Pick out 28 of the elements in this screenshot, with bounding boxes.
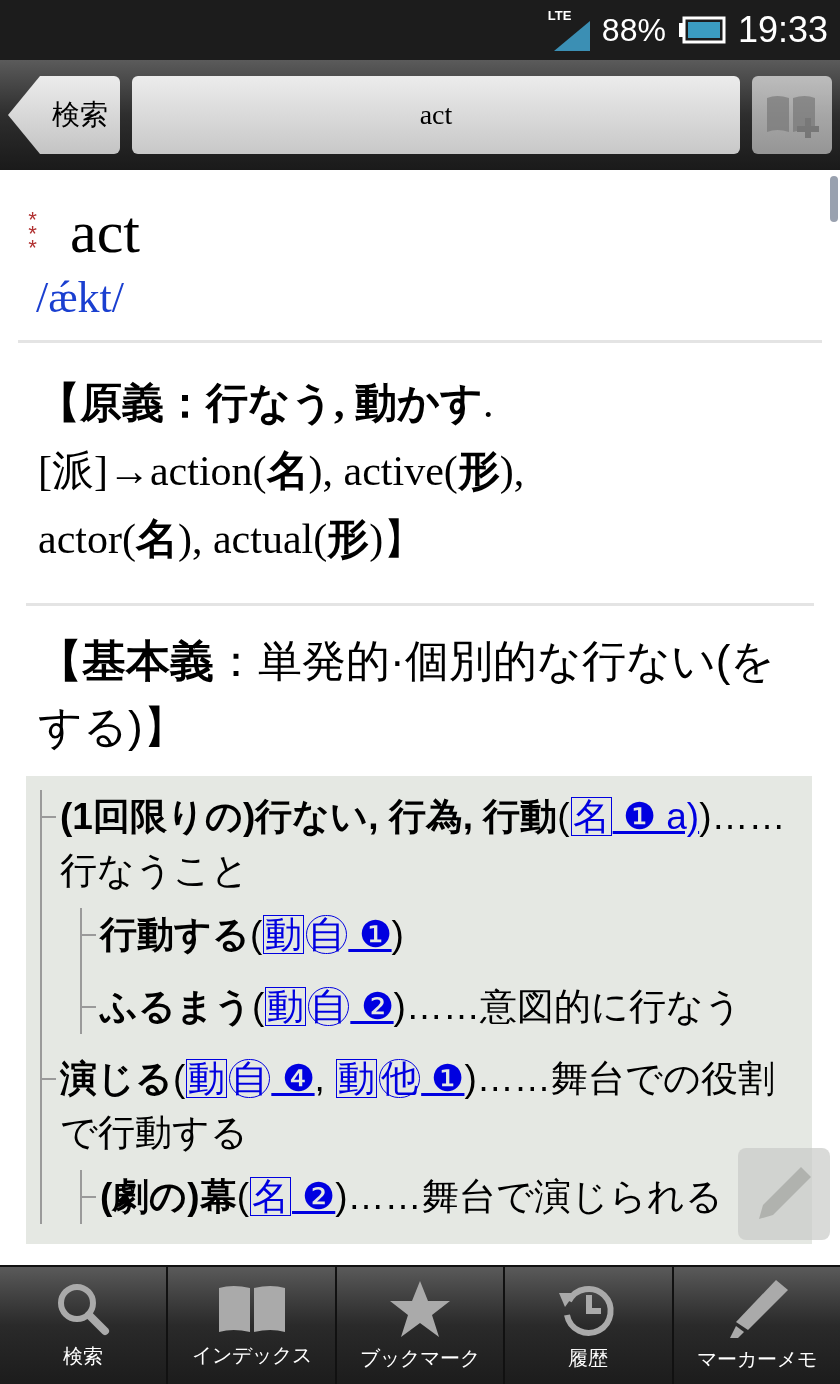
etymology-text: 【原義：行なう, 動かす. [派]→action(名), active(形), actor(名), actual(形)】	[37, 379, 526, 564]
pronunciation: /ǽkt/	[35, 272, 126, 324]
cross-reference-link[interactable]: 動 自 ❶	[262, 914, 392, 955]
cross-reference-link[interactable]: 動 自 ❷	[264, 986, 394, 1027]
sense-text: (1回限りの)行ない, 行為, 行動(名 ❶ a))……行なうこと	[60, 795, 787, 893]
clock: 19:33	[737, 8, 828, 52]
search-field[interactable]: act	[132, 76, 740, 154]
tab-bar-button[interactable]: インデックス	[168, 1267, 335, 1384]
tab-bar-button[interactable]: 履歴	[505, 1267, 672, 1384]
battery-percent: 88%	[601, 11, 666, 50]
battery-icon	[677, 16, 726, 44]
memo-button[interactable]	[738, 1148, 830, 1240]
back-button[interactable]: 検索	[8, 76, 120, 154]
network-type: LTE	[547, 9, 572, 22]
core-meaning-text: 【基本義：単発的·個別的な行ない(をする)】	[37, 635, 777, 753]
sense-text: ふるまう(動 自 ❷)……意図的に行なう	[100, 985, 743, 1029]
cross-reference-link[interactable]: 名 ❷	[249, 1176, 336, 1217]
tab-bar-button[interactable]: 検索	[0, 1267, 167, 1384]
importance-mark: ***	[26, 209, 41, 258]
cross-reference-link[interactable]: 名 ❶ a)	[569, 796, 700, 837]
tab-bar-button[interactable]: マーカーメモ	[673, 1267, 840, 1384]
cross-reference-link[interactable]: 動 自 ❹	[185, 1058, 315, 1099]
headword: act	[70, 198, 140, 267]
sense-text: 演じる(動 自 ❹, 動 他 ❶)……舞台での役割で行動する	[60, 1057, 776, 1155]
sense-text: 行動する(動 自 ❶)	[100, 913, 405, 957]
cross-reference-link[interactable]: 動 他 ❶	[335, 1058, 465, 1099]
tab-bar-button[interactable]: ブックマーク	[336, 1267, 504, 1384]
scrollbar[interactable]	[830, 176, 838, 222]
